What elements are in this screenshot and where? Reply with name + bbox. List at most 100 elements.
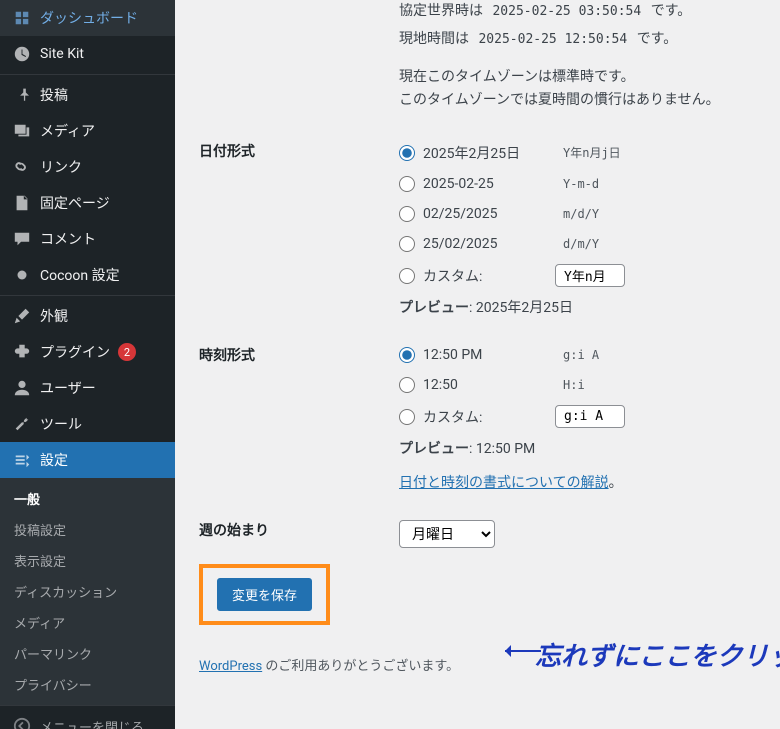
submenu-permalinks[interactable]: パーマリンク — [0, 638, 175, 669]
date-option-1[interactable]: 2025年2月25日 Y年n月j日 — [399, 141, 760, 164]
local-suffix: です。 — [637, 31, 678, 47]
local-time-value: 2025-02-25 12:50:54 — [472, 30, 633, 49]
page-icon — [12, 193, 32, 213]
sidebar-label: 投稿 — [40, 85, 68, 105]
comment-icon — [12, 229, 32, 249]
sidebar-label: 外観 — [40, 306, 68, 326]
settings-icon — [12, 450, 32, 470]
date-radio-4[interactable] — [399, 236, 415, 252]
sidebar-item-media[interactable]: メディア — [0, 113, 175, 149]
submenu-discussion[interactable]: ディスカッション — [0, 576, 175, 607]
time-format-label: 時刻形式 — [199, 345, 399, 365]
date-radio-3[interactable] — [399, 206, 415, 222]
save-highlight-box: 変更を保存 — [199, 564, 330, 625]
sidebar-item-plugins[interactable]: プラグイン 2 — [0, 334, 175, 370]
datetime-format-help-link[interactable]: 日付と時刻の書式についての解説 — [399, 475, 609, 491]
time-radio-label: 12:50 PM — [423, 347, 482, 363]
sidebar-item-comments[interactable]: コメント — [0, 221, 175, 257]
date-radio-custom[interactable] — [399, 268, 415, 284]
pin-icon — [12, 85, 32, 105]
wordpress-link[interactable]: WordPress — [199, 659, 262, 674]
annotation-text: 忘れずにここをクリック — [535, 636, 780, 673]
tz-note-2: このタイムゾーンでは夏時間の慣行はありません。 — [399, 89, 760, 113]
sidebar-item-users[interactable]: ユーザー — [0, 370, 175, 406]
date-radio-label: 2025年2月25日 — [423, 143, 520, 163]
sidebar-item-posts[interactable]: 投稿 — [0, 77, 175, 113]
time-hint-1: g:i A — [555, 345, 607, 365]
time-preview-label: プレビュー — [399, 441, 469, 457]
submenu-writing[interactable]: 投稿設定 — [0, 514, 175, 545]
user-icon — [12, 378, 32, 398]
sidebar-label: リンク — [40, 157, 82, 177]
collapse-menu-button[interactable]: メニューを閉じる — [0, 705, 175, 729]
collapse-label: メニューを閉じる — [40, 717, 144, 729]
sidebar-item-dashboard[interactable]: ダッシュボード — [0, 0, 175, 36]
week-start-select[interactable]: 月曜日 — [399, 520, 495, 548]
submenu-reading[interactable]: 表示設定 — [0, 545, 175, 576]
local-label: 現地時間は — [399, 31, 469, 47]
utc-label: 協定世界時は — [399, 3, 483, 19]
date-option-4[interactable]: 25/02/2025 d/m/Y — [399, 234, 760, 254]
date-preview-value: 2025年2月25日 — [476, 300, 573, 316]
sidebar-item-sitekit[interactable]: Site Kit — [0, 36, 175, 72]
time-radio-1[interactable] — [399, 347, 415, 363]
date-radio-1[interactable] — [399, 145, 415, 161]
sidebar-label: プラグイン — [40, 342, 110, 362]
sidebar-item-cocoon[interactable]: Cocoon 設定 — [0, 257, 175, 293]
tz-note-1: 現在このタイムゾーンは標準時です。 — [399, 66, 760, 90]
sidebar-item-appearance[interactable]: 外観 — [0, 298, 175, 334]
dashboard-icon — [12, 8, 32, 28]
time-option-custom[interactable]: カスタム: — [399, 405, 760, 428]
cocoon-icon — [12, 265, 32, 285]
link-icon — [12, 157, 32, 177]
date-option-2[interactable]: 2025-02-25 Y-m-d — [399, 174, 760, 194]
time-custom-input[interactable] — [555, 405, 625, 428]
sidebar-item-links[interactable]: リンク — [0, 149, 175, 185]
date-custom-input[interactable] — [555, 264, 625, 287]
date-hint-3: m/d/Y — [555, 204, 607, 224]
sidebar-label: Cocoon 設定 — [40, 265, 120, 285]
save-button[interactable]: 変更を保存 — [217, 578, 312, 611]
submenu-media[interactable]: メディア — [0, 607, 175, 638]
sidebar-label: ダッシュボード — [40, 8, 138, 28]
submenu-privacy[interactable]: プライバシー — [0, 669, 175, 700]
collapse-icon — [12, 716, 32, 729]
sidebar-label: メディア — [40, 121, 95, 141]
main-content: 協定世界時は 2025-02-25 03:50:54 です。 現地時間は 202… — [175, 0, 780, 729]
date-hint-1: Y年n月j日 — [555, 141, 629, 164]
utc-suffix: です。 — [651, 3, 692, 19]
brush-icon — [12, 306, 32, 326]
timezone-description: 協定世界時は 2025-02-25 03:50:54 です。 現地時間は 202… — [399, 0, 760, 113]
submenu-general[interactable]: 一般 — [0, 483, 175, 514]
sidebar-item-pages[interactable]: 固定ページ — [0, 185, 175, 221]
time-preview-value: 12:50 PM — [476, 441, 535, 457]
help-suffix: 。 — [609, 475, 623, 491]
sitekit-icon — [12, 44, 32, 64]
plugin-update-badge: 2 — [118, 343, 136, 361]
time-option-2[interactable]: 12:50 H:i — [399, 375, 760, 395]
date-preview-label: プレビュー — [399, 300, 469, 316]
footer-text: のご利用ありがとうございます。 — [262, 659, 459, 674]
menu-separator — [0, 295, 175, 296]
menu-separator — [0, 74, 175, 75]
date-option-custom[interactable]: カスタム: — [399, 264, 760, 287]
sidebar-label: コメント — [40, 229, 96, 249]
admin-sidebar: ダッシュボード Site Kit 投稿 メディア リンク 固定ページ コメント — [0, 0, 175, 729]
utc-time-value: 2025-02-25 03:50:54 — [486, 2, 647, 21]
sidebar-label: Site Kit — [40, 46, 84, 62]
sidebar-label: 設定 — [40, 450, 68, 470]
time-custom-label: カスタム: — [423, 407, 482, 427]
date-custom-label: カスタム: — [423, 266, 482, 286]
time-option-1[interactable]: 12:50 PM g:i A — [399, 345, 760, 365]
settings-submenu: 一般 投稿設定 表示設定 ディスカッション メディア パーマリンク プライバシー — [0, 478, 175, 705]
sidebar-label: ユーザー — [40, 378, 96, 398]
date-radio-2[interactable] — [399, 176, 415, 192]
date-option-3[interactable]: 02/25/2025 m/d/Y — [399, 204, 760, 224]
sidebar-item-tools[interactable]: ツール — [0, 406, 175, 442]
wrench-icon — [12, 414, 32, 434]
time-radio-2[interactable] — [399, 377, 415, 393]
week-start-label: 週の始まり — [199, 520, 399, 540]
date-radio-label: 02/25/2025 — [423, 206, 498, 222]
time-radio-custom[interactable] — [399, 409, 415, 425]
sidebar-item-settings[interactable]: 設定 — [0, 442, 175, 478]
